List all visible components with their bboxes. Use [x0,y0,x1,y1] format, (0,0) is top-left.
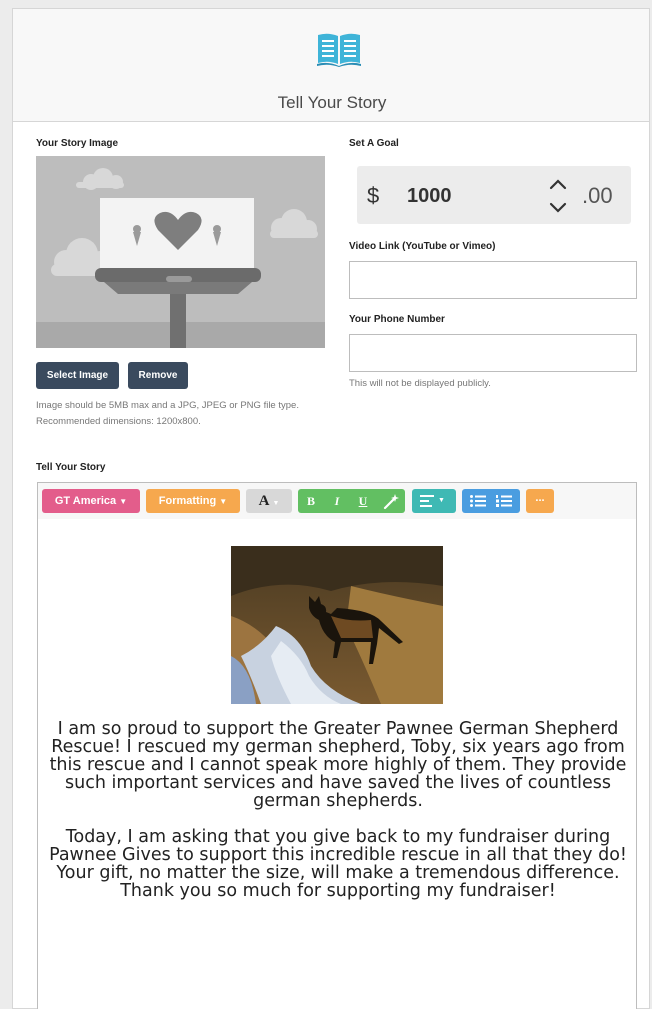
video-link-label: Video Link (YouTube or Vimeo) [349,241,496,252]
text-color-button[interactable]: A ▼ [246,489,292,513]
story-editor[interactable]: GT America ▼ Formatting ▼ A ▼ B I U ▼ ..… [37,482,637,1009]
open-book-icon [317,33,361,67]
formatting-dropdown[interactable]: Formatting ▼ [146,489,240,513]
bullet-list-icon[interactable] [470,495,486,507]
phone-input[interactable] [349,334,637,372]
chevron-down-icon: ▼ [219,497,228,506]
chevron-down-icon: ▼ [119,497,128,506]
numbered-list-icon[interactable] [496,495,512,507]
image-help-text: Image should be 5MB max and a JPG, JPEG … [36,398,332,430]
goal-stepper-icon[interactable] [547,176,569,216]
list-button-group [462,489,520,513]
remove-image-button[interactable]: Remove [128,362,188,389]
italic-button[interactable]: I [326,489,348,513]
page-title: Tell Your Story [277,93,387,112]
align-left-icon [420,495,434,507]
phone-help-text: This will not be displayed publicly. [349,378,491,389]
phone-label: Your Phone Number [349,314,445,325]
story-image-label: Your Story Image [36,138,119,149]
text-color-label: A [258,493,270,509]
story-image-placeholder[interactable] [36,156,325,348]
magic-wand-icon[interactable] [382,493,400,511]
dog-photo [231,546,443,704]
more-options-button[interactable]: ... [526,489,554,513]
formatting-dropdown-label: Formatting [158,495,217,507]
goal-amount[interactable]: 1000 [407,185,452,208]
goal-label: Set A Goal [349,138,399,149]
select-image-button[interactable]: Select Image [36,362,119,389]
story-paragraph-1[interactable]: I am so proud to support the Greater Paw… [46,720,630,810]
font-dropdown[interactable]: GT America ▼ [42,489,140,513]
align-dropdown[interactable]: ▼ [412,489,456,513]
editor-toolbar: GT America ▼ Formatting ▼ A ▼ B I U ▼ ..… [38,483,636,519]
image-dimensions-help: Recommended dimensions: 1200x800. [36,416,201,427]
goal-input[interactable]: $ 1000 .00 [357,166,631,224]
font-dropdown-label: GT America [54,495,117,507]
underline-button[interactable]: U [352,489,374,513]
currency-symbol: $ [367,183,380,208]
image-size-help: Image should be 5MB max and a JPG, JPEG … [36,400,299,411]
chevron-down-icon: ▼ [438,497,445,504]
bold-button[interactable]: B [300,489,322,513]
story-header: Tell Your Story [12,8,650,122]
editor-label: Tell Your Story [36,462,106,473]
goal-cents: .00 [582,183,613,208]
video-link-input[interactable] [349,261,637,299]
chevron-down-icon: ▼ [272,500,280,507]
story-paragraph-2[interactable]: Today, I am asking that you give back to… [46,828,630,900]
